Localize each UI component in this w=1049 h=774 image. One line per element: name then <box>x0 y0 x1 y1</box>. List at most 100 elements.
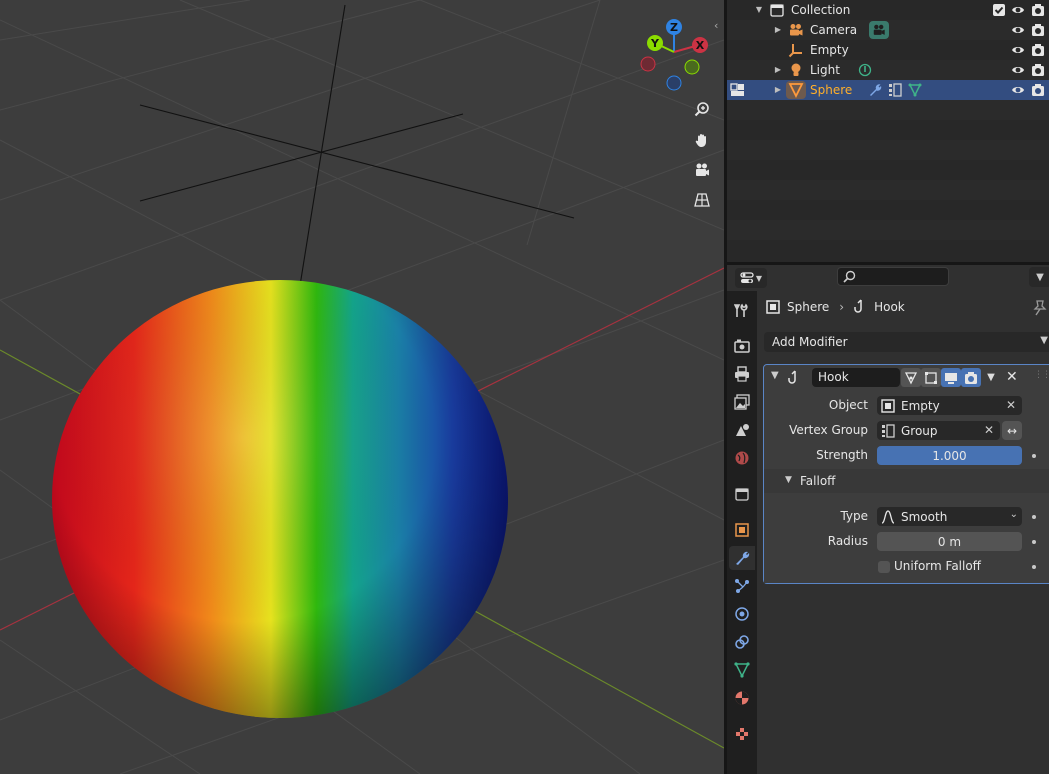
collection-icon <box>735 488 749 501</box>
keyframe-dot[interactable] <box>1032 540 1036 544</box>
eye-icon[interactable] <box>1011 43 1025 57</box>
options-dropdown[interactable]: ▼ <box>1029 267 1049 287</box>
tab-texture[interactable] <box>729 722 755 746</box>
clear-icon[interactable]: ✕ <box>982 423 996 437</box>
object-field[interactable]: Empty ✕ <box>877 396 1022 415</box>
search-field[interactable] <box>837 267 949 286</box>
clear-icon[interactable]: ✕ <box>1004 398 1018 412</box>
vertex-group-field[interactable]: Group ✕ <box>877 421 1000 440</box>
checkbox-checked-icon[interactable] <box>992 3 1006 17</box>
tab-object[interactable] <box>729 518 755 542</box>
radius-label: Radius <box>827 534 868 548</box>
render-camera-icon[interactable] <box>1031 63 1045 77</box>
keyframe-dot[interactable] <box>1032 454 1036 458</box>
pan-button[interactable] <box>689 127 715 153</box>
realtime-toggle[interactable] <box>941 368 961 387</box>
expand-right-icon[interactable]: ▶ <box>773 85 783 95</box>
tab-output[interactable] <box>729 362 755 386</box>
object-icon <box>766 300 780 314</box>
tab-material[interactable] <box>729 686 755 710</box>
expand-right-icon[interactable]: ▶ <box>773 25 783 35</box>
pin-icon[interactable] <box>1033 300 1047 316</box>
tab-view-layer[interactable] <box>729 390 755 414</box>
wrench-icon[interactable] <box>868 83 882 97</box>
search-input[interactable] <box>860 269 946 284</box>
outliner-empty-row <box>727 140 1049 160</box>
add-modifier-button[interactable]: Add Modifier ▼ <box>764 332 1049 352</box>
tab-collection[interactable] <box>729 482 755 506</box>
strength-slider[interactable]: 1.000 <box>877 446 1022 465</box>
outliner-row-light[interactable]: ▶ Light <box>727 60 1049 80</box>
outliner-row-camera[interactable]: ▶ Camera <box>727 20 1049 40</box>
render-camera-icon[interactable] <box>1031 83 1045 97</box>
invert-vertex-group-toggle[interactable]: ↔ <box>1002 421 1022 440</box>
camera-object-icon <box>790 24 803 36</box>
remove-modifier-icon[interactable]: ✕ <box>1006 369 1018 385</box>
eye-icon[interactable] <box>1011 83 1025 97</box>
chevron-down-icon: ▼ <box>755 273 763 283</box>
keyframe-dot[interactable] <box>1032 565 1036 569</box>
outliner-empty-row <box>727 120 1049 140</box>
tab-modifiers[interactable] <box>729 546 755 570</box>
tab-constraints[interactable] <box>729 630 755 654</box>
render-camera-icon[interactable] <box>1031 23 1045 37</box>
zoom-button[interactable] <box>689 96 715 122</box>
on-cage-toggle[interactable] <box>901 368 921 387</box>
empty-object-icon <box>788 44 802 58</box>
vertex-group-icon <box>882 423 895 438</box>
tab-render[interactable] <box>729 334 755 358</box>
collapse-chevron-icon[interactable]: ▼ <box>771 370 779 381</box>
expand-down-icon[interactable]: ▼ <box>754 5 764 15</box>
editor-type-button[interactable]: ▼ <box>735 268 767 288</box>
outliner-row-collection[interactable]: ▼ Collection <box>727 0 1049 20</box>
empty-object[interactable] <box>139 4 575 299</box>
tab-data[interactable] <box>729 658 755 682</box>
tool-icon <box>734 303 748 317</box>
3d-viewport[interactable]: Z X Y ‹ <box>0 0 724 774</box>
vertex-group-icon[interactable] <box>888 83 902 97</box>
material-icon <box>735 691 749 705</box>
modifier-name-field[interactable]: Hook <box>812 368 900 387</box>
perspective-toggle-button[interactable] <box>689 187 715 213</box>
uniform-falloff-checkbox[interactable] <box>878 561 890 573</box>
keyframe-dot[interactable] <box>1032 515 1036 519</box>
sphere-object[interactable] <box>52 280 508 718</box>
outliner-row-sphere[interactable]: ▶ Sphere <box>727 80 1049 100</box>
render-camera-icon[interactable] <box>1031 43 1045 57</box>
smooth-curve-icon <box>881 509 895 524</box>
render-camera-icon[interactable] <box>1031 3 1045 17</box>
expand-right-icon[interactable]: ▶ <box>773 65 783 75</box>
navigation-gizmo[interactable]: Z X Y <box>640 19 708 91</box>
falloff-subpanel-header[interactable]: ▼ Falloff <box>764 469 1049 493</box>
sidebar-toggle-icon[interactable]: ‹ <box>714 19 718 32</box>
outliner-row-empty[interactable]: Empty <box>727 40 1049 60</box>
falloff-type-select[interactable]: Smooth ⌄ <box>877 507 1022 526</box>
tab-particles[interactable] <box>729 574 755 598</box>
edit-mode-icon <box>925 371 937 384</box>
outliner[interactable]: ▼ Collection ▶ Camera Empty ▶ Light ▶ Sp… <box>727 0 1049 262</box>
grid-icon <box>694 193 710 207</box>
eye-icon[interactable] <box>1011 23 1025 37</box>
tab-physics[interactable] <box>729 602 755 626</box>
render-toggle[interactable] <box>961 368 981 387</box>
search-icon <box>843 270 856 283</box>
edit-mode-toggle[interactable] <box>921 368 941 387</box>
tab-scene[interactable] <box>729 418 755 442</box>
light-data-icon[interactable] <box>858 63 872 77</box>
radius-field[interactable]: 0 m <box>877 532 1022 551</box>
eye-icon[interactable] <box>1011 3 1025 17</box>
modifier-header: ▼ Hook ▼ ✕ ⋮⋮ <box>764 365 1049 391</box>
tab-tool[interactable] <box>729 299 755 323</box>
image-icon <box>734 394 750 410</box>
mesh-data-icon[interactable] <box>908 83 922 97</box>
properties-editor[interactable]: ▼ ▼ Sphere › Hook Add Modifier ▼ ▼ Hook … <box>727 265 1049 774</box>
collapse-chevron-icon[interactable]: ▼ <box>785 475 792 485</box>
modifier-menu-button[interactable]: ▼ <box>981 368 1001 387</box>
eye-icon[interactable] <box>1011 63 1025 77</box>
collection-icon <box>770 4 784 17</box>
edit-mode-toggle-icon[interactable] <box>730 82 746 98</box>
drag-handle-icon[interactable]: ⋮⋮ <box>1034 370 1049 380</box>
camera-data-icon[interactable] <box>869 21 889 39</box>
camera-view-button[interactable] <box>689 157 715 183</box>
tab-world[interactable] <box>729 446 755 470</box>
